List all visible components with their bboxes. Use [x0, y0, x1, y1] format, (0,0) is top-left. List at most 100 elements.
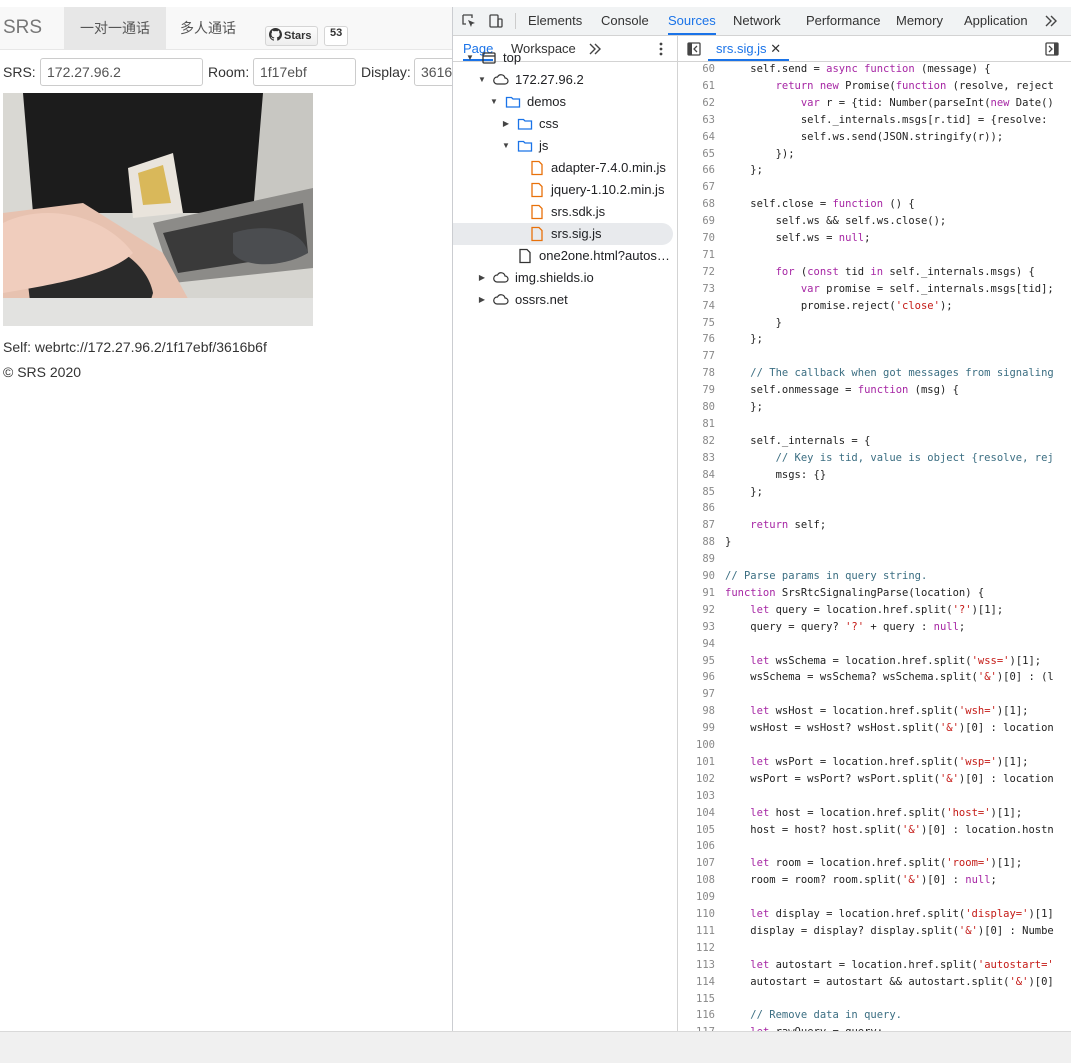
display-input[interactable] [414, 58, 452, 86]
tab-application[interactable]: Application [964, 7, 1028, 35]
line-number[interactable]: 73 [678, 281, 715, 298]
line-number[interactable]: 102 [678, 771, 715, 788]
tab-one-to-one[interactable]: 一对一通话 [64, 7, 166, 49]
expanded-arrow-icon[interactable]: ▼ [477, 69, 487, 91]
line-number[interactable]: 66 [678, 162, 715, 179]
line-number[interactable]: 65 [678, 146, 715, 163]
github-stars-count[interactable]: 53 [324, 26, 349, 46]
line-number[interactable]: 60 [678, 62, 715, 78]
local-video[interactable] [3, 93, 313, 326]
tab-sources[interactable]: Sources [668, 7, 716, 35]
line-number[interactable]: 83 [678, 450, 715, 467]
line-number[interactable]: 85 [678, 484, 715, 501]
line-number[interactable]: 74 [678, 298, 715, 315]
line-number[interactable]: 70 [678, 230, 715, 247]
collapsed-arrow-icon[interactable]: ▶ [501, 113, 511, 135]
toggle-navigator-icon[interactable] [686, 41, 702, 57]
tree-item[interactable]: one2one.html?autos… [453, 245, 673, 267]
expanded-arrow-icon[interactable]: ▼ [465, 47, 475, 69]
tree-item[interactable]: ▼ demos [453, 91, 673, 113]
inspect-element-icon[interactable] [461, 13, 477, 29]
line-number[interactable]: 92 [678, 602, 715, 619]
tab-elements[interactable]: Elements [528, 7, 582, 35]
device-toolbar-icon[interactable] [488, 13, 504, 29]
line-number[interactable]: 97 [678, 686, 715, 703]
collapsed-arrow-icon[interactable]: ▶ [477, 289, 487, 311]
tab-network[interactable]: Network [733, 7, 781, 35]
tree-item[interactable]: srs.sig.js [453, 223, 673, 245]
line-number[interactable]: 87 [678, 517, 715, 534]
tab-multi-party[interactable]: 多人通话 [164, 7, 252, 49]
line-number[interactable]: 111 [678, 923, 715, 940]
line-number[interactable]: 109 [678, 889, 715, 906]
tree-item[interactable]: ▼ 172.27.96.2 [453, 69, 673, 91]
line-number[interactable]: 64 [678, 129, 715, 146]
line-number[interactable]: 62 [678, 95, 715, 112]
tree-item[interactable]: srs.sdk.js [453, 201, 673, 223]
tab-performance[interactable]: Performance [806, 7, 880, 35]
line-number[interactable]: 108 [678, 872, 715, 889]
line-number[interactable]: 113 [678, 957, 715, 974]
line-number[interactable]: 117 [678, 1024, 715, 1031]
line-number[interactable]: 96 [678, 669, 715, 686]
line-number[interactable]: 93 [678, 619, 715, 636]
line-number[interactable]: 69 [678, 213, 715, 230]
line-number[interactable]: 76 [678, 331, 715, 348]
line-number[interactable]: 63 [678, 112, 715, 129]
line-number[interactable]: 72 [678, 264, 715, 281]
tree-item[interactable]: adapter-7.4.0.min.js [453, 157, 673, 179]
tab-console[interactable]: Console [601, 7, 649, 35]
line-number[interactable]: 116 [678, 1007, 715, 1024]
line-number[interactable]: 82 [678, 433, 715, 450]
close-tab-icon[interactable]: ✕ [770, 41, 781, 56]
line-number[interactable]: 88 [678, 534, 715, 551]
tree-item[interactable]: ▶ ossrs.net [453, 289, 673, 311]
line-number[interactable]: 112 [678, 940, 715, 957]
line-number[interactable]: 107 [678, 855, 715, 872]
github-stars-button[interactable]: Stars [265, 26, 318, 46]
expanded-arrow-icon[interactable]: ▼ [489, 91, 499, 113]
line-number[interactable]: 104 [678, 805, 715, 822]
more-tabs-chevron-icon[interactable] [1043, 13, 1059, 29]
srs-input[interactable] [40, 58, 203, 86]
line-number[interactable]: 84 [678, 467, 715, 484]
line-number[interactable]: 91 [678, 585, 715, 602]
line-number[interactable]: 68 [678, 196, 715, 213]
line-number[interactable]: 114 [678, 974, 715, 991]
tree-item[interactable]: ▶ img.shields.io [453, 267, 673, 289]
line-number[interactable]: 98 [678, 703, 715, 720]
brand-logo[interactable]: SRS [3, 17, 42, 39]
line-number[interactable]: 89 [678, 551, 715, 568]
line-number[interactable]: 78 [678, 365, 715, 382]
room-input[interactable] [253, 58, 356, 86]
line-number[interactable]: 106 [678, 838, 715, 855]
line-number[interactable]: 80 [678, 399, 715, 416]
line-number[interactable]: 99 [678, 720, 715, 737]
line-number[interactable]: 86 [678, 500, 715, 517]
line-number[interactable]: 90 [678, 568, 715, 585]
line-number[interactable]: 100 [678, 737, 715, 754]
line-number[interactable]: 94 [678, 636, 715, 653]
line-number[interactable]: 79 [678, 382, 715, 399]
line-number[interactable]: 67 [678, 179, 715, 196]
line-number[interactable]: 71 [678, 247, 715, 264]
line-number[interactable]: 75 [678, 315, 715, 332]
tree-item[interactable]: ▼ top [453, 47, 673, 69]
toggle-debugger-icon[interactable] [1044, 41, 1060, 57]
editor-tab-srs-sig-js[interactable]: srs.sig.js ✕ [708, 36, 790, 61]
line-number[interactable]: 101 [678, 754, 715, 771]
line-number[interactable]: 103 [678, 788, 715, 805]
tree-item[interactable]: jquery-1.10.2.min.js [453, 179, 673, 201]
expanded-arrow-icon[interactable]: ▼ [501, 135, 511, 157]
tree-item[interactable]: ▶ css [453, 113, 673, 135]
line-number[interactable]: 77 [678, 348, 715, 365]
tab-memory[interactable]: Memory [896, 7, 943, 35]
line-number[interactable]: 81 [678, 416, 715, 433]
collapsed-arrow-icon[interactable]: ▶ [477, 267, 487, 289]
line-number[interactable]: 105 [678, 822, 715, 839]
line-number[interactable]: 115 [678, 991, 715, 1008]
code-editor[interactable]: 60 self.send = async function (message) … [678, 62, 1071, 1031]
line-number[interactable]: 61 [678, 78, 715, 95]
tree-item[interactable]: ▼ js [453, 135, 673, 157]
line-number[interactable]: 95 [678, 653, 715, 670]
